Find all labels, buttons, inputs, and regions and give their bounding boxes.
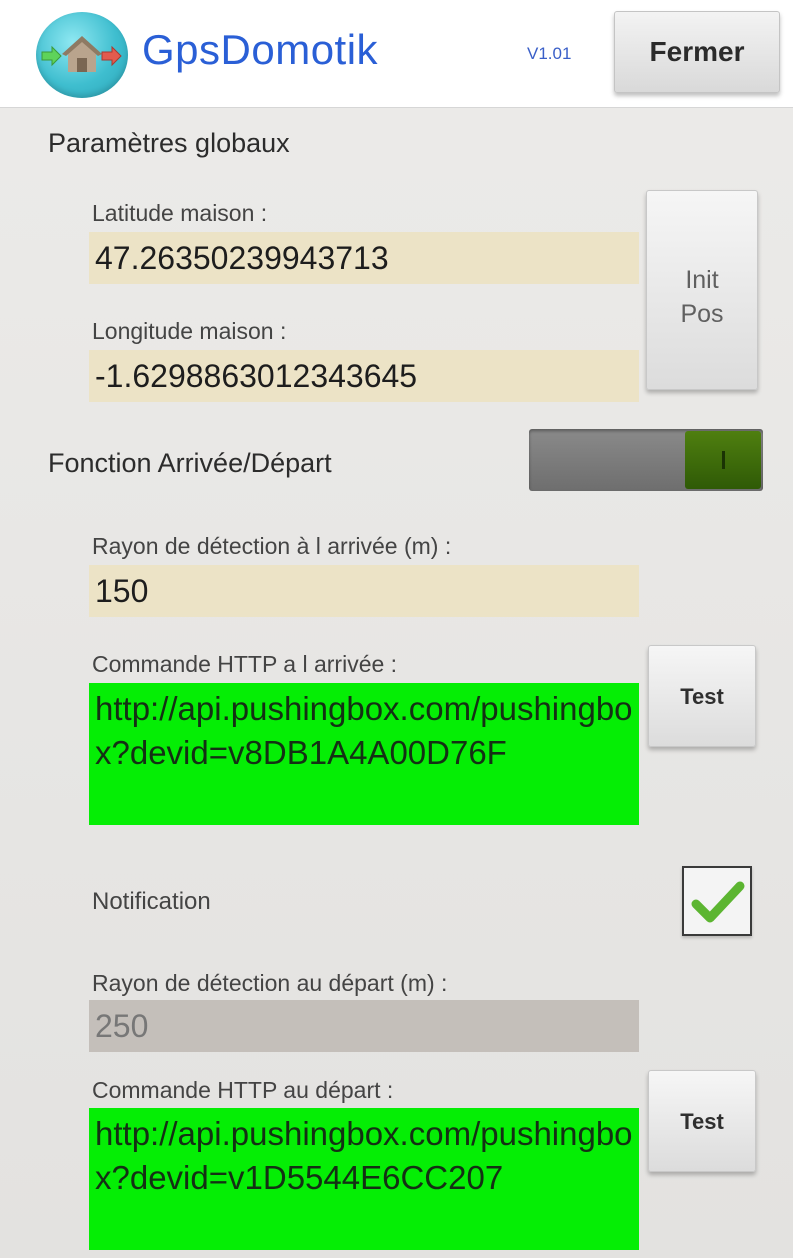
longitude-field[interactable]: -1.6298863012343645 (89, 350, 639, 402)
home-arrows-icon (36, 12, 128, 98)
departure-http-field[interactable]: http://api.pushingbox.com/pushingbox?dev… (89, 1108, 639, 1250)
section-title-global: Paramètres globaux (48, 128, 290, 158)
init-button-line2: Pos (680, 300, 724, 328)
arrival-http-field[interactable]: http://api.pushingbox.com/pushingbox?dev… (89, 683, 639, 825)
arrival-http-label: Commande HTTP a l arrivée : (92, 651, 398, 677)
checkmark-icon (691, 881, 745, 923)
close-button[interactable]: Fermer (614, 11, 780, 93)
latitude-field[interactable]: 47.26350239943713 (89, 232, 639, 284)
arrival-departure-toggle[interactable] (529, 429, 763, 491)
arrival-radius-field[interactable]: 150 (89, 565, 639, 617)
arrival-test-button[interactable]: Test (648, 645, 756, 747)
app-header: GpsDomotik V1.01 Fermer (0, 0, 793, 108)
toggle-on-mark (721, 451, 725, 469)
departure-radius-label: Rayon de détection au départ (m) : (92, 970, 448, 996)
section-title-arrival-departure: Fonction Arrivée/Départ (48, 448, 332, 478)
app-title: GpsDomotik (142, 26, 379, 73)
latitude-label: Latitude maison : (92, 200, 268, 226)
longitude-label: Longitude maison : (92, 318, 287, 344)
init-position-button[interactable]: Init Pos (646, 190, 758, 390)
notification-checkbox[interactable] (682, 866, 752, 936)
app-version: V1.01 (527, 44, 572, 63)
app-screen: GpsDomotik V1.01 Fermer Paramètres globa… (0, 0, 793, 1258)
toggle-knob (685, 431, 761, 489)
init-button-line1: Init (685, 266, 719, 294)
notification-label: Notification (92, 888, 211, 915)
departure-http-label: Commande HTTP au départ : (92, 1077, 394, 1103)
departure-test-button[interactable]: Test (648, 1070, 756, 1172)
arrival-radius-label: Rayon de détection à l arrivée (m) : (92, 533, 452, 559)
departure-radius-field[interactable]: 250 (89, 1000, 639, 1052)
